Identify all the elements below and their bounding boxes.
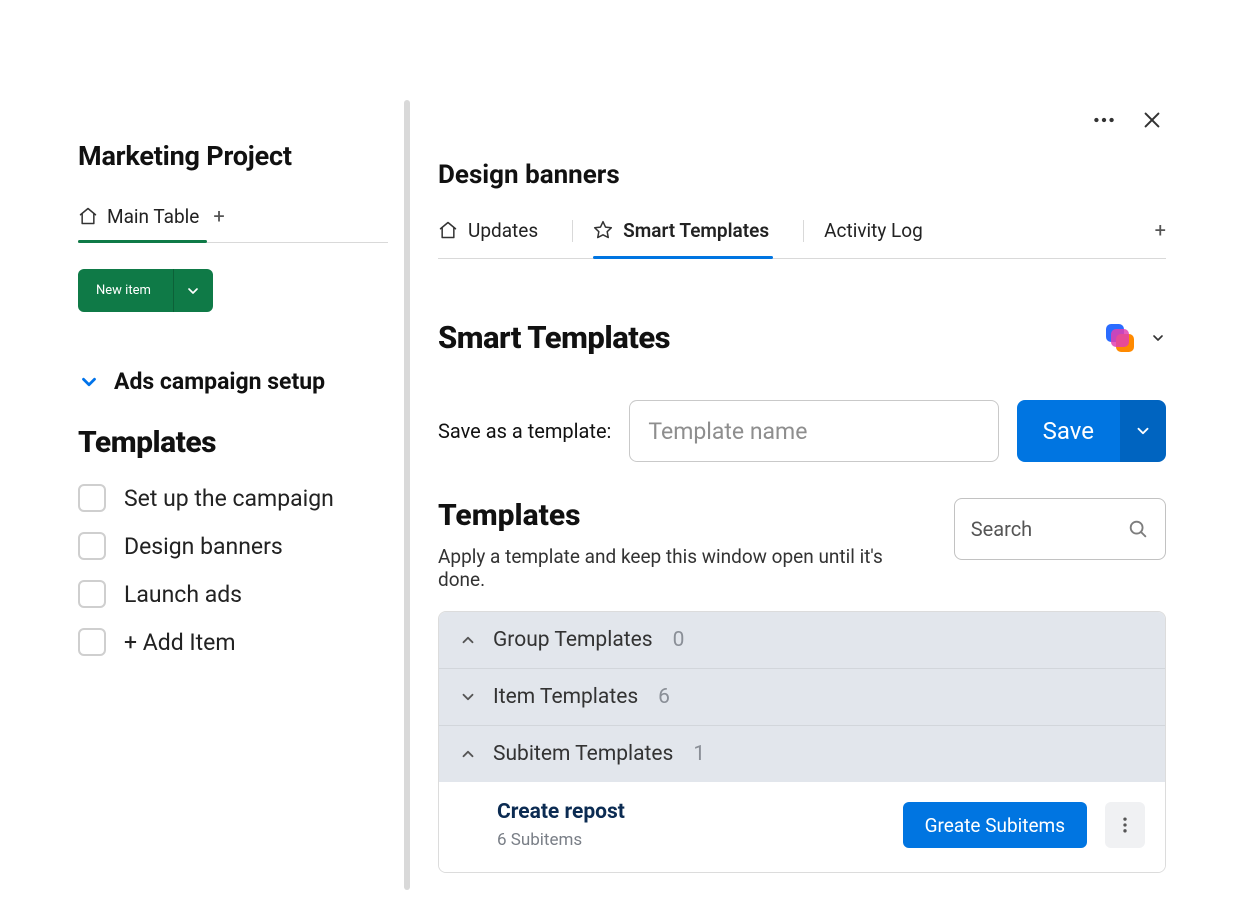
search-input[interactable] xyxy=(971,517,1101,541)
task-row[interactable]: + Add Item xyxy=(78,618,388,666)
add-view-button[interactable]: + xyxy=(213,204,224,242)
add-tab-button[interactable]: + xyxy=(1155,218,1166,258)
sidebar: Marketing Project Main Table + New item … xyxy=(78,100,388,890)
accordion-group-templates[interactable]: Group Templates 0 xyxy=(439,612,1165,668)
sidebar-templates-heading: Templates xyxy=(78,425,388,460)
task-checkbox[interactable] xyxy=(78,484,106,512)
tab-separator xyxy=(572,220,573,242)
task-checkbox[interactable] xyxy=(78,580,106,608)
sidebar-tabbar: Main Table + xyxy=(78,204,388,243)
search-box[interactable] xyxy=(954,498,1166,560)
section-title: Smart Templates xyxy=(438,319,670,356)
tab-activity-log[interactable]: Activity Log xyxy=(824,219,943,258)
task-label: Set up the campaign xyxy=(124,485,334,512)
home-icon xyxy=(438,220,458,240)
main-tabbar: Updates Smart Templates Activity Log + xyxy=(438,218,1166,259)
task-row[interactable]: Set up the campaign xyxy=(78,474,388,522)
app-logo-icon xyxy=(1102,320,1138,356)
task-label: Design banners xyxy=(124,533,283,560)
panel-divider[interactable] xyxy=(404,100,410,890)
tab-main-table-label: Main Table xyxy=(107,205,199,228)
dots-horizontal-icon xyxy=(1091,107,1117,133)
template-name-input[interactable] xyxy=(629,400,998,462)
task-label: + Add Item xyxy=(124,629,236,656)
new-item-caret[interactable] xyxy=(173,269,213,312)
accordion-subitem-templates[interactable]: Subitem Templates 1 xyxy=(439,725,1165,782)
chevron-down-icon xyxy=(459,688,477,706)
subitem-template-row: Create repost 6 Subitems Greate Subitems xyxy=(439,782,1165,872)
close-icon xyxy=(1141,109,1163,131)
templates-accordion: Group Templates 0 Item Templates 6 Subit… xyxy=(438,611,1166,873)
subitem-template-title: Create repost xyxy=(497,800,625,824)
new-item-split-button: New item xyxy=(78,269,388,312)
chevron-down-icon xyxy=(78,371,100,393)
project-title: Marketing Project xyxy=(78,140,388,172)
templates-subtext: Apply a template and keep this window op… xyxy=(438,545,930,591)
accordion-label: Item Templates xyxy=(493,685,638,709)
task-checkbox[interactable] xyxy=(78,628,106,656)
new-item-button[interactable]: New item xyxy=(78,269,173,312)
save-button[interactable]: Save xyxy=(1017,400,1120,462)
page-title: Design banners xyxy=(438,160,1166,190)
task-row[interactable]: Launch ads xyxy=(78,570,388,618)
templates-list-header: Templates Apply a template and keep this… xyxy=(438,498,1166,591)
accordion-count: 1 xyxy=(693,742,705,766)
home-icon xyxy=(78,206,98,226)
accordion-item-templates[interactable]: Item Templates 6 xyxy=(439,668,1165,725)
app-dropdown[interactable] xyxy=(1102,320,1166,356)
task-row[interactable]: Design banners xyxy=(78,522,388,570)
star-icon xyxy=(593,220,613,240)
accordion-label: Group Templates xyxy=(493,628,653,652)
accordion-count: 0 xyxy=(673,628,685,652)
tab-activity-log-label: Activity Log xyxy=(824,219,923,242)
search-icon xyxy=(1127,518,1149,540)
templates-heading: Templates xyxy=(438,498,930,533)
chevron-up-icon xyxy=(459,631,477,649)
panel-top-actions xyxy=(438,100,1166,134)
tab-updates[interactable]: Updates xyxy=(438,219,558,258)
subitem-template-meta: 6 Subitems xyxy=(497,830,625,850)
tab-smart-templates[interactable]: Smart Templates xyxy=(593,219,789,258)
task-checkbox[interactable] xyxy=(78,532,106,560)
dots-vertical-icon xyxy=(1115,815,1135,835)
accordion-label: Subitem Templates xyxy=(493,742,673,766)
more-options-button[interactable] xyxy=(1090,106,1118,134)
group-title: Ads campaign setup xyxy=(114,368,325,395)
tab-separator xyxy=(803,220,804,242)
accordion-count: 6 xyxy=(658,685,670,709)
main-panel: Design banners Updates Smart Templates A… xyxy=(438,100,1166,890)
group-header[interactable]: Ads campaign setup xyxy=(78,368,388,395)
section-head: Smart Templates xyxy=(438,319,1166,356)
save-caret[interactable] xyxy=(1120,400,1166,462)
close-button[interactable] xyxy=(1138,106,1166,134)
chevron-down-icon xyxy=(185,283,201,299)
tab-smart-templates-label: Smart Templates xyxy=(623,219,769,242)
row-more-button[interactable] xyxy=(1105,802,1145,848)
chevron-down-icon xyxy=(1134,422,1152,440)
chevron-up-icon xyxy=(459,745,477,763)
create-subitems-button[interactable]: Greate Subitems xyxy=(903,802,1087,848)
task-label: Launch ads xyxy=(124,581,242,608)
tab-updates-label: Updates xyxy=(468,219,538,242)
tab-main-table[interactable]: Main Table xyxy=(78,205,201,242)
save-as-label: Save as a template: xyxy=(438,419,611,443)
save-template-row: Save as a template: Save xyxy=(438,400,1166,462)
save-split-button: Save xyxy=(1017,400,1166,462)
chevron-down-icon xyxy=(1150,330,1166,346)
